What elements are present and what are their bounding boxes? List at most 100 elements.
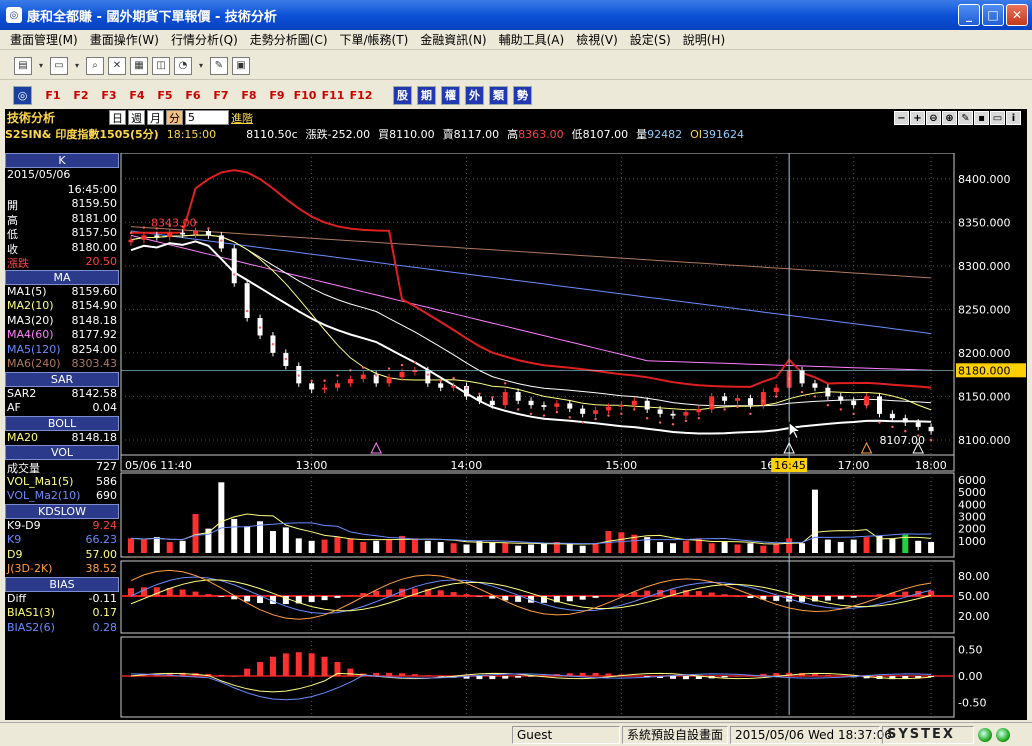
volume-bar — [502, 543, 509, 553]
label: K9-D9 — [7, 518, 41, 532]
sar-dot — [310, 379, 313, 382]
window-icon[interactable]: ▭ — [990, 111, 1005, 125]
stock-button[interactable]: 股 — [393, 85, 412, 105]
bias-histogram-bar — [386, 672, 393, 676]
kd-histogram-bar — [592, 596, 599, 598]
home-icon[interactable]: ◎ — [13, 85, 32, 105]
crosshair-price-label: 8180.000 — [958, 364, 1011, 377]
foreign-button[interactable]: 外 — [465, 85, 484, 105]
maximize-button[interactable]: □ — [982, 4, 1004, 26]
k-change: 漲跌 20.50 — [5, 255, 119, 270]
value: 8180.00 — [71, 240, 118, 254]
candle-body — [644, 400, 650, 410]
layout-icon[interactable]: ▤ — [14, 56, 32, 75]
futures-button[interactable]: 期 — [417, 85, 436, 105]
section-sar[interactable]: SAR — [5, 371, 119, 387]
volume-axis-label: 1000 — [958, 535, 986, 548]
fkey-f12[interactable]: F12 — [348, 89, 374, 102]
plus-icon[interactable]: + — [910, 111, 925, 125]
close-button[interactable]: ✕ — [1006, 4, 1028, 26]
section-k[interactable]: K — [5, 153, 119, 168]
menu-help[interactable]: 說明(H) — [677, 31, 731, 48]
trend-button[interactable]: 勢 — [513, 85, 532, 105]
split-icon[interactable]: ◫ — [152, 56, 170, 75]
boll-ma20-row: MA20 8148.18 — [5, 431, 119, 446]
minus-icon[interactable]: − — [894, 111, 909, 125]
volume-bar — [140, 539, 147, 553]
period-month[interactable]: 月 — [147, 110, 164, 125]
fkey-f9[interactable]: F9 — [264, 89, 290, 102]
bias-histogram-bar — [218, 674, 225, 676]
zoom-in-icon[interactable]: ⊕ — [942, 111, 957, 125]
fkey-f6[interactable]: F6 — [180, 89, 206, 102]
kd-histogram-bar — [179, 589, 186, 596]
fkey-f5[interactable]: F5 — [152, 89, 178, 102]
section-boll[interactable]: BOLL — [5, 415, 119, 431]
sar-dot — [607, 414, 610, 417]
clock-icon[interactable]: ◔ — [174, 56, 192, 75]
period-day[interactable]: 日 — [109, 110, 126, 125]
volume-bar — [424, 540, 431, 553]
fkey-f11[interactable]: F11 — [320, 89, 346, 102]
volume-axis-label: 2000 — [958, 523, 986, 536]
menu-tools[interactable]: 輔助工具(A) — [493, 31, 571, 48]
volume-bar — [347, 538, 354, 553]
close-window-icon[interactable]: ✕ — [108, 56, 126, 75]
volume-bar — [360, 542, 367, 553]
menu-trend-chart[interactable]: 走勢分析圖(C) — [244, 31, 334, 48]
fkey-f3[interactable]: F3 — [96, 89, 122, 102]
volume-axis-label: 6000 — [958, 474, 986, 487]
fkey-f8[interactable]: F8 — [236, 89, 262, 102]
advanced-link[interactable]: 進階 — [231, 110, 253, 126]
dropdown-arrow-icon[interactable]: ▾ — [72, 61, 82, 70]
menu-view[interactable]: 檢視(V) — [570, 31, 624, 48]
search-icon[interactable]: ⌕ — [86, 56, 104, 75]
fkey-f10[interactable]: F10 — [292, 89, 318, 102]
window-title: 康和全都賺 - 國外期貨下單報價 - 技術分析 — [27, 9, 277, 25]
chart-icon[interactable]: ▣ — [232, 56, 250, 75]
interval-select[interactable]: 5 — [185, 110, 229, 125]
fkey-f1[interactable]: F1 — [40, 89, 66, 102]
low-label: 低 — [571, 128, 583, 141]
section-bias[interactable]: BIAS — [5, 576, 119, 592]
bias-histogram-bar — [721, 676, 728, 678]
menu-screen-operate[interactable]: 畫面操作(W) — [84, 31, 165, 48]
info-icon[interactable]: i — [1006, 111, 1021, 125]
dropdown-arrow-icon[interactable]: ▾ — [196, 61, 206, 70]
category-button[interactable]: 類 — [489, 85, 508, 105]
sar-dot — [245, 309, 249, 313]
tile-icon[interactable]: ▦ — [130, 56, 148, 75]
menu-financial-info[interactable]: 金融資訊(N) — [414, 31, 492, 48]
menu-quote-analysis[interactable]: 行情分析(Q) — [165, 31, 244, 48]
zoom-out-icon[interactable]: ⊖ — [926, 111, 941, 125]
candle-body — [334, 383, 340, 388]
edit-icon[interactable]: ✎ — [210, 56, 228, 75]
period-minute[interactable]: 分 — [166, 110, 183, 125]
period-week[interactable]: 週 — [128, 110, 145, 125]
technical-analysis-window: 技術分析 日 週 月 分 5 進階 − + ⊖ ⊕ ✎ ▪ ▭ i S2SIN&… — [5, 109, 1027, 720]
sar-dot — [645, 416, 649, 420]
technical-chart[interactable]: 05/06 11:4013:0014:0015:0016:0017:0018:0… — [119, 153, 1027, 719]
candle-body — [812, 383, 818, 388]
fkey-f7[interactable]: F7 — [208, 89, 234, 102]
section-vol[interactable]: VOL — [5, 445, 119, 460]
bias-histogram-bar — [399, 673, 405, 676]
draw-icon[interactable]: ✎ — [958, 111, 973, 125]
dropdown-arrow-icon[interactable]: ▾ — [36, 61, 46, 70]
monitor-icon[interactable]: ▭ — [50, 56, 68, 75]
options-button[interactable]: 權 — [441, 85, 460, 105]
candle-body — [851, 400, 857, 406]
connection-led-icon — [978, 727, 992, 742]
fkey-f2[interactable]: F2 — [68, 89, 94, 102]
section-ma[interactable]: MA — [5, 269, 119, 285]
volume-bar — [128, 538, 134, 553]
menu-screen-manage[interactable]: 畫面管理(M) — [4, 31, 84, 48]
menu-order-account[interactable]: 下單/帳務(T) — [334, 31, 415, 48]
candle-body — [554, 403, 560, 407]
section-kd[interactable]: KDSLOW — [5, 503, 119, 519]
save-icon[interactable]: ▪ — [974, 111, 989, 125]
minimize-button[interactable]: _ — [958, 4, 980, 26]
fkey-f4[interactable]: F4 — [124, 89, 150, 102]
menu-settings[interactable]: 設定(S) — [624, 31, 677, 48]
volume-bar — [773, 544, 780, 553]
